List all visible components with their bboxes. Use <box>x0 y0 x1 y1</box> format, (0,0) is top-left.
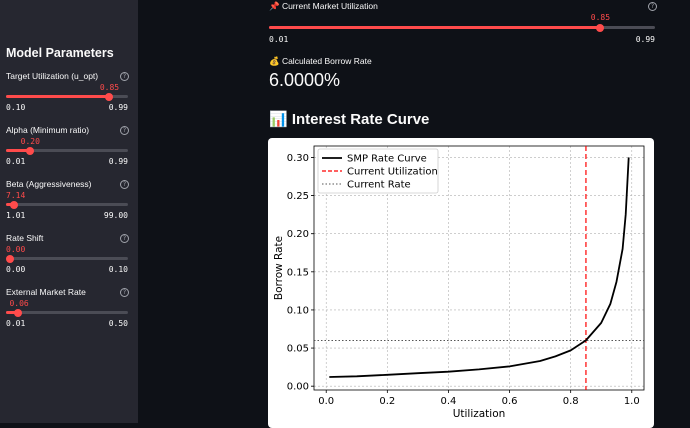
sidebar-slider-2[interactable]: Beta (Aggressiveness)? 7.14 1.01 99.00 <box>6 179 129 220</box>
sidebar: Model Parameters Target Utilization (u_o… <box>0 0 138 423</box>
slider-thumb[interactable] <box>595 23 604 32</box>
slider-label: External Market Rate <box>6 287 86 297</box>
slider-label: Beta (Aggressiveness) <box>6 179 92 189</box>
slider-thumb[interactable] <box>14 308 23 317</box>
y-tick-label: 0.10 <box>287 305 309 316</box>
borrow-rate-label: 💰 Calculated Borrow Rate <box>269 56 372 66</box>
slider-value: 0.20 <box>20 137 40 146</box>
y-tick-label: 0.00 <box>287 382 309 393</box>
y-tick-label: 0.25 <box>287 191 309 202</box>
slider-label: Alpha (Minimum ratio) <box>6 125 90 135</box>
slider-min: 0.01 <box>6 157 26 166</box>
chart-svg: 0.0 0.2 0.4 0.6 0.8 1.0 0.00 0.05 0.10 0.15 0.20 0.… <box>273 145 645 420</box>
slider-thumb[interactable] <box>6 254 14 263</box>
slider-fill <box>6 95 109 98</box>
y-tick-label: 0.05 <box>287 344 309 355</box>
sidebar-slider-1[interactable]: Alpha (Minimum ratio)? 0.20 0.01 0.99 <box>6 125 129 166</box>
slider-value: 0.85 <box>99 83 120 92</box>
help-icon[interactable]: ? <box>120 180 129 189</box>
slider-min: 1.01 <box>6 211 26 220</box>
slider-value: 0.00 <box>6 245 26 254</box>
slider-value: 0.85 <box>590 13 611 22</box>
slider-thumb[interactable] <box>9 200 18 209</box>
sidebar-slider-3[interactable]: Rate Shift? 0.00 0.00 0.10 <box>6 233 129 274</box>
borrow-rate-value: 6.0000% <box>269 70 341 90</box>
slider-max: 99.00 <box>103 211 128 220</box>
slider-value: 7.14 <box>6 191 26 200</box>
slider-max: 0.50 <box>108 319 128 328</box>
legend-label: Current Rate <box>347 180 411 191</box>
y-axis-label: Borrow Rate <box>273 236 285 300</box>
x-tick-label: 0.0 <box>318 396 334 407</box>
x-axis-label: Utilization <box>453 408 506 420</box>
help-icon[interactable]: ? <box>120 72 129 81</box>
slider-label: Rate Shift <box>6 233 44 243</box>
slider-min: 0.10 <box>6 103 26 112</box>
x-tick-label: 0.8 <box>563 396 579 407</box>
help-icon[interactable]: ? <box>120 234 129 243</box>
slider-thumb[interactable] <box>25 146 34 155</box>
x-tick-label: 0.2 <box>379 396 395 407</box>
y-tick-label: 0.30 <box>287 153 309 164</box>
help-icon[interactable]: ? <box>120 288 129 297</box>
slider-min: 0.01 <box>6 319 26 328</box>
slider-max: 0.10 <box>108 265 128 274</box>
legend-label: Current Utilization <box>347 167 438 178</box>
sidebar-slider-0[interactable]: Target Utilization (u_opt)? 0.85 0.10 0.99 <box>6 71 129 112</box>
help-icon[interactable]: ? <box>648 2 657 11</box>
sidebar-slider-4[interactable]: External Market Rate? 0.06 0.01 0.50 <box>6 287 129 328</box>
utilization-label: 📌 Current Market Utilization <box>269 1 378 11</box>
x-tick-label: 1.0 <box>624 396 640 407</box>
interest-rate-chart: 0.0 0.2 0.4 0.6 0.8 1.0 0.00 0.05 0.10 0.15 0.20 0.… <box>268 138 654 428</box>
section-title: 📊 Interest Rate Curve <box>269 111 430 128</box>
legend-label: SMP Rate Curve <box>347 154 427 165</box>
y-tick-label: 0.15 <box>287 267 309 278</box>
slider-value: 0.06 <box>9 299 29 308</box>
help-icon[interactable]: ? <box>120 126 129 135</box>
slider-min: 0.01 <box>269 35 289 44</box>
slider-max: 0.99 <box>108 157 128 166</box>
x-tick-label: 0.6 <box>502 396 518 407</box>
slider-thumb[interactable] <box>104 92 113 101</box>
y-tick-label: 0.20 <box>287 229 309 240</box>
slider-label: Target Utilization (u_opt) <box>6 71 99 81</box>
slider-max: 0.99 <box>108 103 128 112</box>
utilization-slider[interactable]: 0.85 0.01 0.99 <box>269 13 655 46</box>
slider-min: 0.00 <box>6 265 26 274</box>
x-tick-label: 0.4 <box>440 396 456 407</box>
sidebar-title: Model Parameters <box>6 46 114 60</box>
slider-track[interactable] <box>6 257 128 260</box>
slider-fill <box>269 26 600 29</box>
slider-track[interactable] <box>6 203 128 206</box>
slider-track[interactable] <box>6 311 128 314</box>
slider-max: 0.99 <box>635 35 655 44</box>
slider-track[interactable] <box>6 149 128 152</box>
